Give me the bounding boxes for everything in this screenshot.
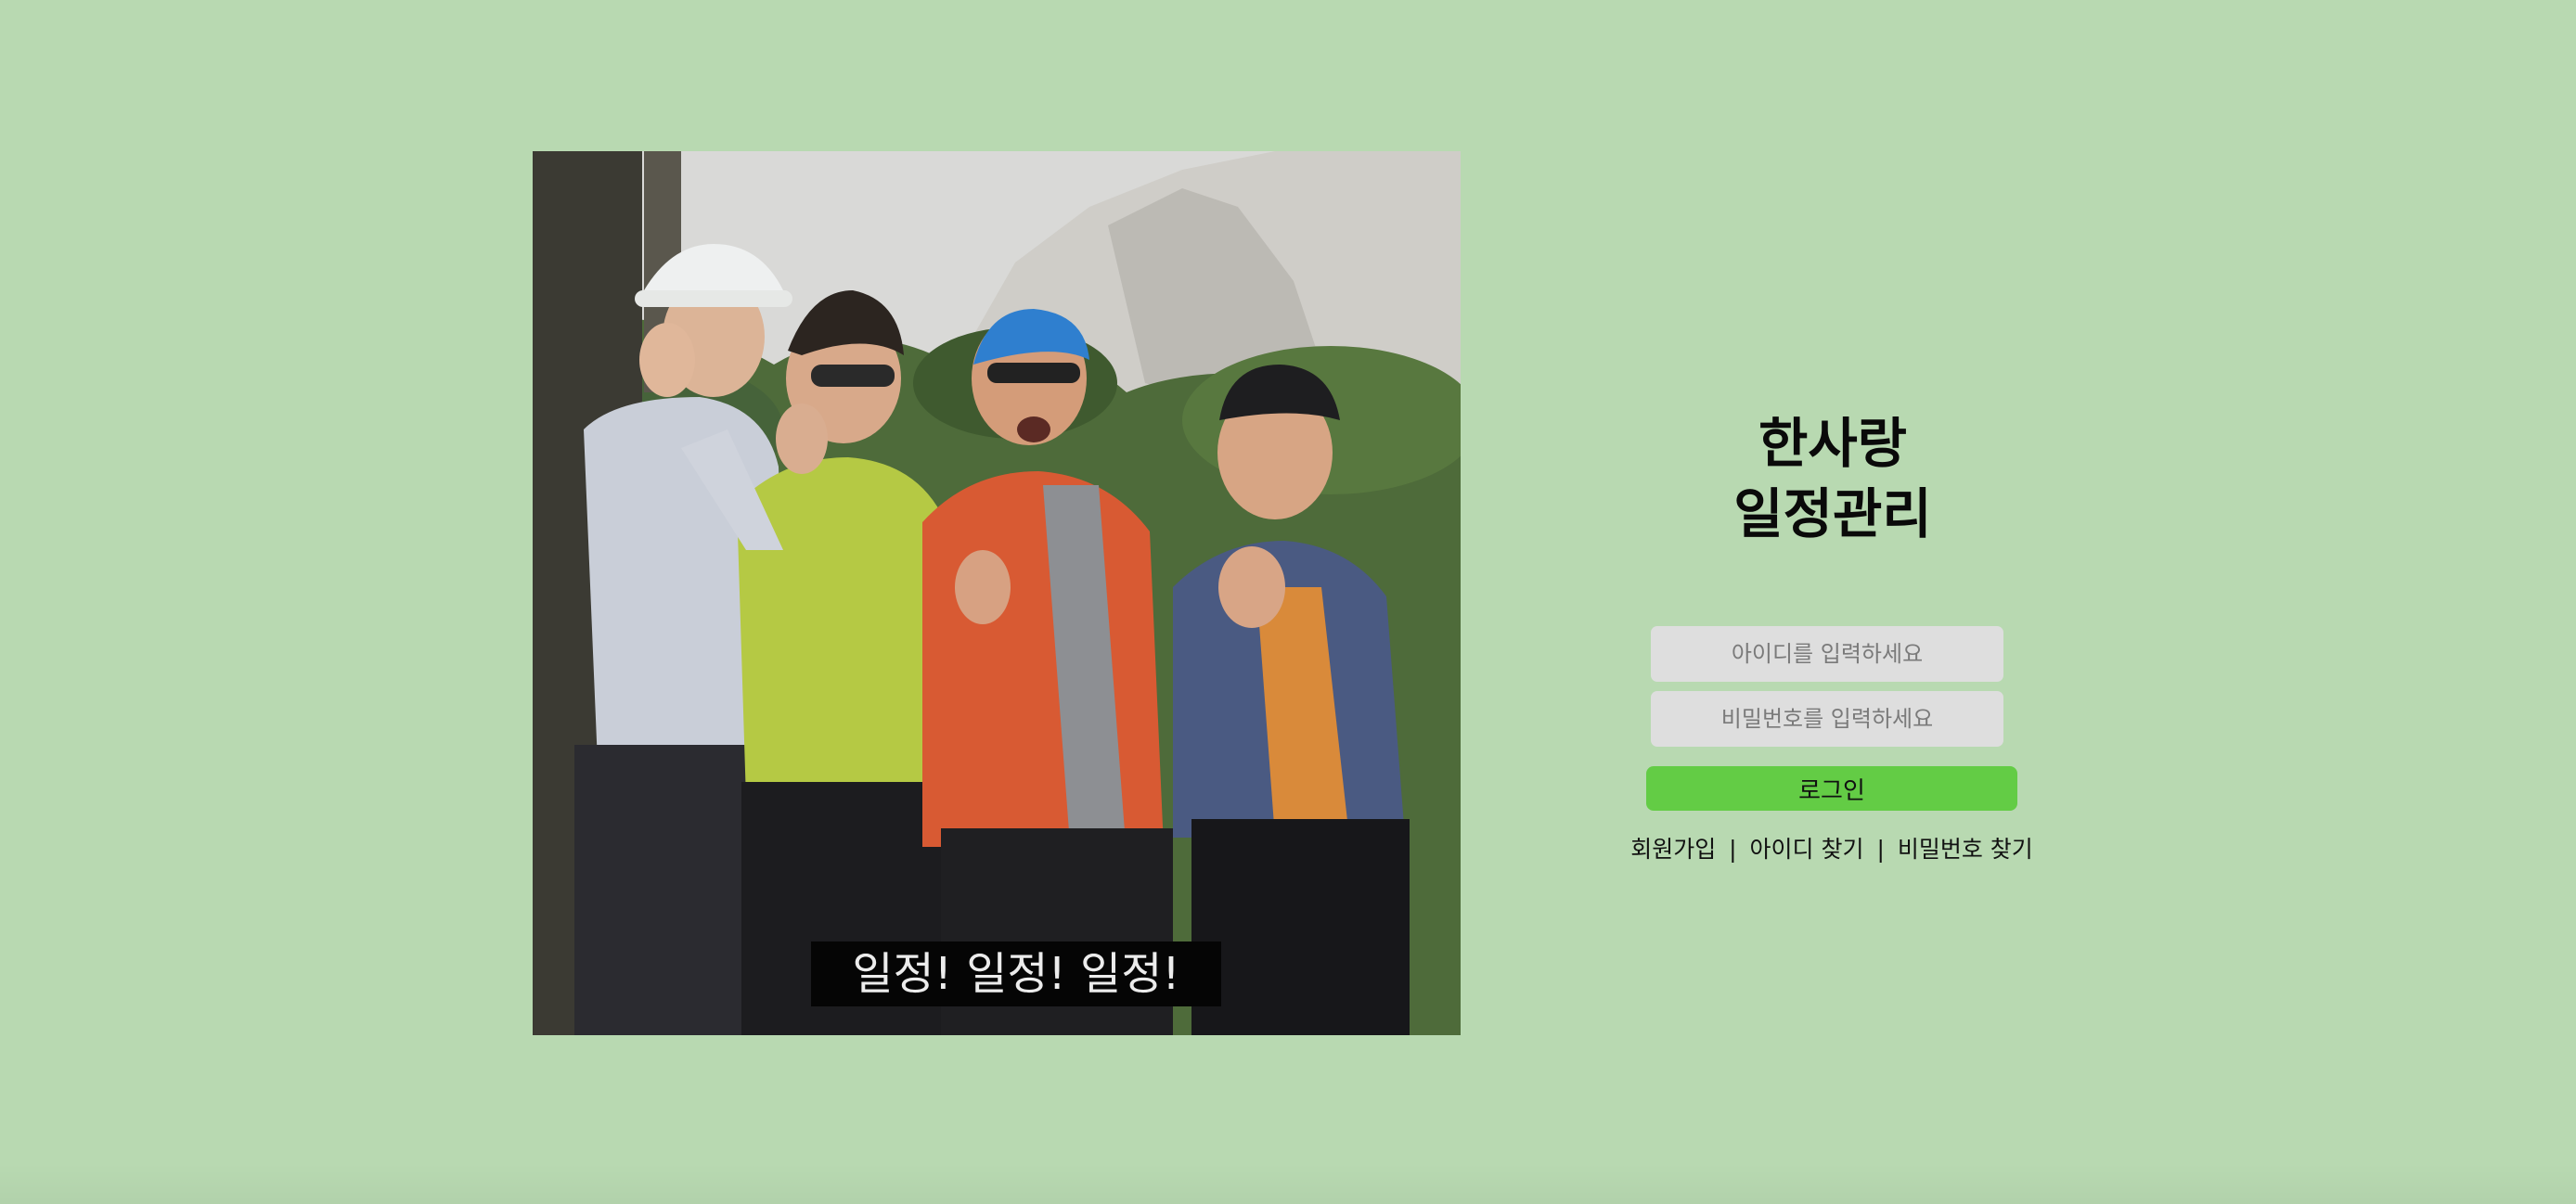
app-title-line-2: 일정관리 [1733,482,1932,545]
account-links: 회원가입 | 아이디 찾기 | 비밀번호 찾기 [1596,833,2067,866]
bottom-shadow [0,1163,2576,1204]
app-title: 한사랑 일정관리 [1647,408,2018,549]
link-separator: | [1729,836,1737,863]
group-photo: 일정! 일정! 일정! [533,151,1461,1035]
group-photo-illustration [533,151,1461,1035]
link-separator: | [1876,836,1885,863]
app-title-line-1: 한사랑 [1758,412,1908,475]
find-id-link[interactable]: 아이디 찾기 [1750,836,1864,863]
id-input[interactable] [1651,626,2003,682]
login-button[interactable]: 로그인 [1646,766,2017,811]
password-input[interactable] [1651,691,2003,747]
photo-caption: 일정! 일정! 일정! [811,941,1221,1006]
signup-link[interactable]: 회원가입 [1630,836,1716,863]
find-password-link[interactable]: 비밀번호 찾기 [1898,836,2033,863]
